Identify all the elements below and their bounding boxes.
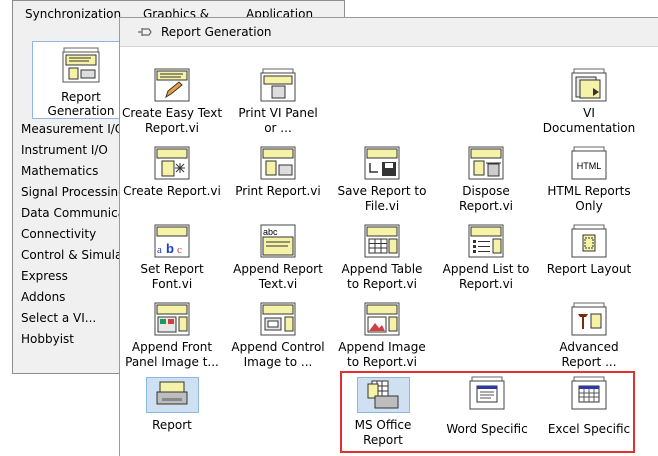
append-report-text-vi[interactable]: abc Append Report Text.vi xyxy=(223,224,333,292)
category-synchronization[interactable]: Synchronization xyxy=(25,7,121,21)
category-select-a-vi[interactable]: Select a VI... xyxy=(21,310,130,331)
item-label: Create Easy Text Report.vi xyxy=(121,106,223,135)
print-vi-panel[interactable]: Print VI Panel or ... xyxy=(223,68,333,136)
svg-text:c: c xyxy=(177,244,182,256)
vi-documentation[interactable]: VI Documentation xyxy=(534,68,644,136)
item-label: Print Report.vi xyxy=(235,184,321,198)
category-data-communication[interactable]: Data Communicat xyxy=(21,205,130,226)
item-label: Append Report Text.vi xyxy=(233,262,323,291)
svg-text:b: b xyxy=(166,241,174,256)
folder-printer-icon xyxy=(260,68,296,102)
svg-text:a: a xyxy=(157,244,162,256)
category-connectivity[interactable]: Connectivity xyxy=(21,226,130,247)
append-text-icon: abc xyxy=(260,224,296,258)
item-label: Append Front Panel Image t... xyxy=(125,340,219,369)
append-table-to-report-vi[interactable]: Append Table to Report.vi xyxy=(327,224,437,292)
create-easy-text-report-vi[interactable]: Create Easy Text Report.vi xyxy=(117,68,227,136)
dispose-report-icon xyxy=(468,146,504,180)
advanced-folder-icon xyxy=(571,302,607,336)
table-report-icon xyxy=(364,224,400,258)
set-report-font-vi[interactable]: a b c Set Report Font.vi xyxy=(117,224,227,292)
palette-title: Report Generation xyxy=(161,25,272,39)
item-label: Report xyxy=(152,418,192,432)
report-generation-palette: Report Generation Create Easy Text Report… xyxy=(119,17,658,456)
item-label: Append Image to Report.vi xyxy=(338,340,426,369)
create-report-vi[interactable]: Create Report.vi xyxy=(117,146,227,199)
create-report-icon xyxy=(154,146,190,180)
category-hobbyist[interactable]: Hobbyist xyxy=(21,331,130,352)
category-control-simulation[interactable]: Control & Simulat xyxy=(21,247,130,268)
item-label: Advanced Report ... xyxy=(559,340,619,369)
html-folder-icon: HTML xyxy=(571,146,607,180)
append-control-image[interactable]: Append Control Image to ... xyxy=(223,302,333,370)
category-list: Measurement I/O Instrument I/O Mathemati… xyxy=(21,121,130,352)
save-report-to-file-vi[interactable]: Save Report to File.vi xyxy=(327,146,437,214)
save-report-icon xyxy=(364,146,400,180)
selected-label-line2: Generation xyxy=(47,104,115,118)
front-panel-image-icon xyxy=(154,302,190,336)
folder-report-icon xyxy=(62,47,100,83)
svg-text:HTML: HTML xyxy=(577,161,602,171)
control-image-icon xyxy=(260,302,296,336)
item-label: Append Control Image to ... xyxy=(231,340,325,369)
font-report-icon: a b c xyxy=(154,224,190,258)
append-front-panel-image[interactable]: Append Front Panel Image t... xyxy=(117,302,227,370)
item-label: Set Report Font.vi xyxy=(140,262,204,291)
item-label: Append Table to Report.vi xyxy=(341,262,423,291)
item-label: Create Report.vi xyxy=(123,184,221,198)
category-instrument-io[interactable]: Instrument I/O xyxy=(21,142,130,163)
report-subpalette[interactable]: Report xyxy=(117,380,227,433)
selected-label-line1: Report xyxy=(61,90,101,104)
category-addons[interactable]: Addons xyxy=(21,289,130,310)
dispose-report-vi[interactable]: Dispose Report.vi xyxy=(431,146,541,214)
svg-text:abc: abc xyxy=(263,227,278,237)
category-measurement-io[interactable]: Measurement I/O xyxy=(21,121,130,142)
print-report-vi[interactable]: Print Report.vi xyxy=(223,146,333,199)
pencil-report-icon xyxy=(154,68,190,102)
item-label: Print VI Panel or ... xyxy=(238,106,318,135)
category-mathematics[interactable]: Mathematics xyxy=(21,163,130,184)
list-report-icon xyxy=(468,224,504,258)
item-label: HTML Reports Only xyxy=(547,184,631,213)
pin-icon[interactable] xyxy=(137,26,153,38)
report-layout[interactable]: Report Layout xyxy=(534,224,644,277)
append-image-to-report-vi[interactable]: Append Image to Report.vi xyxy=(327,302,437,370)
documentation-stack-icon xyxy=(571,68,607,102)
item-label: Save Report to File.vi xyxy=(337,184,427,213)
append-list-to-report-vi[interactable]: Append List to Report.vi xyxy=(431,224,541,292)
report-layout-folder-icon xyxy=(571,224,607,258)
category-report-generation-selected[interactable]: Report Generation xyxy=(32,41,130,119)
palette-titlebar[interactable]: Report Generation xyxy=(120,18,658,47)
html-reports-only[interactable]: HTML HTML Reports Only xyxy=(534,146,644,214)
image-report-icon xyxy=(364,302,400,336)
report-printer-icon xyxy=(156,381,188,405)
item-label: Report Layout xyxy=(546,262,632,276)
category-express[interactable]: Express xyxy=(21,268,130,289)
advanced-report[interactable]: Advanced Report ... xyxy=(534,302,644,370)
category-signal-processing[interactable]: Signal Processing xyxy=(21,184,130,205)
item-label: Dispose Report.vi xyxy=(458,184,514,213)
highlight-box xyxy=(340,371,635,453)
item-label: VI Documentation xyxy=(542,106,636,135)
print-report-icon xyxy=(260,146,296,180)
item-label: Append List to Report.vi xyxy=(442,262,530,291)
